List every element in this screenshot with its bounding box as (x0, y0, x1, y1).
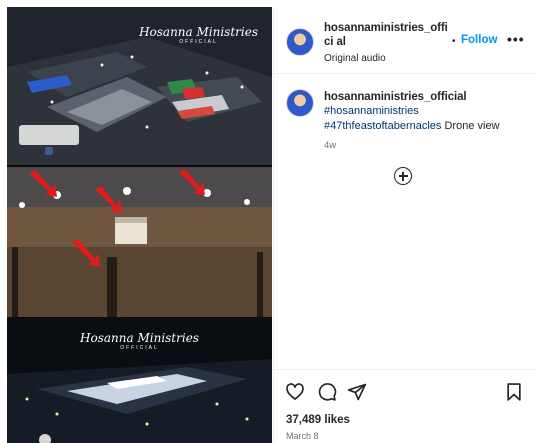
media-panel-crowd (7, 167, 272, 317)
comment-icon[interactable] (317, 382, 337, 402)
post-date: March 8 (286, 431, 319, 441)
bookmark-icon[interactable] (505, 382, 523, 402)
hashtag-link[interactable]: #hosannaministries (324, 105, 419, 117)
caption-avatar[interactable] (286, 89, 314, 117)
follow-button[interactable]: Follow (461, 34, 497, 46)
media-panel-aerial: Hosanna Ministries OFFICIAL (7, 7, 272, 165)
hashtag-link[interactable]: #47thfeastoftabernacles (324, 120, 441, 132)
post-header: hosannaministries_offici al Original aud… (274, 7, 535, 74)
media-panel-night: Hosanna Ministries OFFICIAL (7, 319, 272, 443)
watermark-logo-2: Hosanna Ministries OFFICIAL (80, 331, 199, 351)
more-options-icon[interactable]: ••• (507, 31, 525, 47)
post-age: 4w (324, 140, 337, 151)
audio-label[interactable]: Original audio (324, 53, 386, 64)
caption-line-2: #47thfeastoftabernacles Drone view (324, 120, 500, 132)
plus-circle-icon[interactable] (394, 167, 412, 185)
separator-dot: • (452, 36, 456, 47)
avatar[interactable] (286, 28, 314, 56)
crowd-scene (7, 167, 272, 317)
likes-count[interactable]: 37,489 likes (286, 414, 350, 426)
share-icon[interactable] (347, 382, 367, 402)
post-details: hosannaministries_offici al Original aud… (273, 7, 535, 443)
caption-text: Drone view (441, 120, 500, 132)
post-frame: Hosanna Ministries OFFICIAL Hosanna Mini… (7, 7, 535, 443)
caption-username[interactable]: hosannaministries_official (324, 91, 467, 103)
header-username[interactable]: hosannaministries_offici al (324, 21, 448, 49)
heart-icon[interactable] (285, 382, 305, 402)
caption-line-1: #hosannaministries (324, 105, 419, 117)
post-media[interactable]: Hosanna Ministries OFFICIAL Hosanna Mini… (7, 7, 272, 443)
watermark-logo: Hosanna Ministries OFFICIAL (139, 25, 258, 45)
